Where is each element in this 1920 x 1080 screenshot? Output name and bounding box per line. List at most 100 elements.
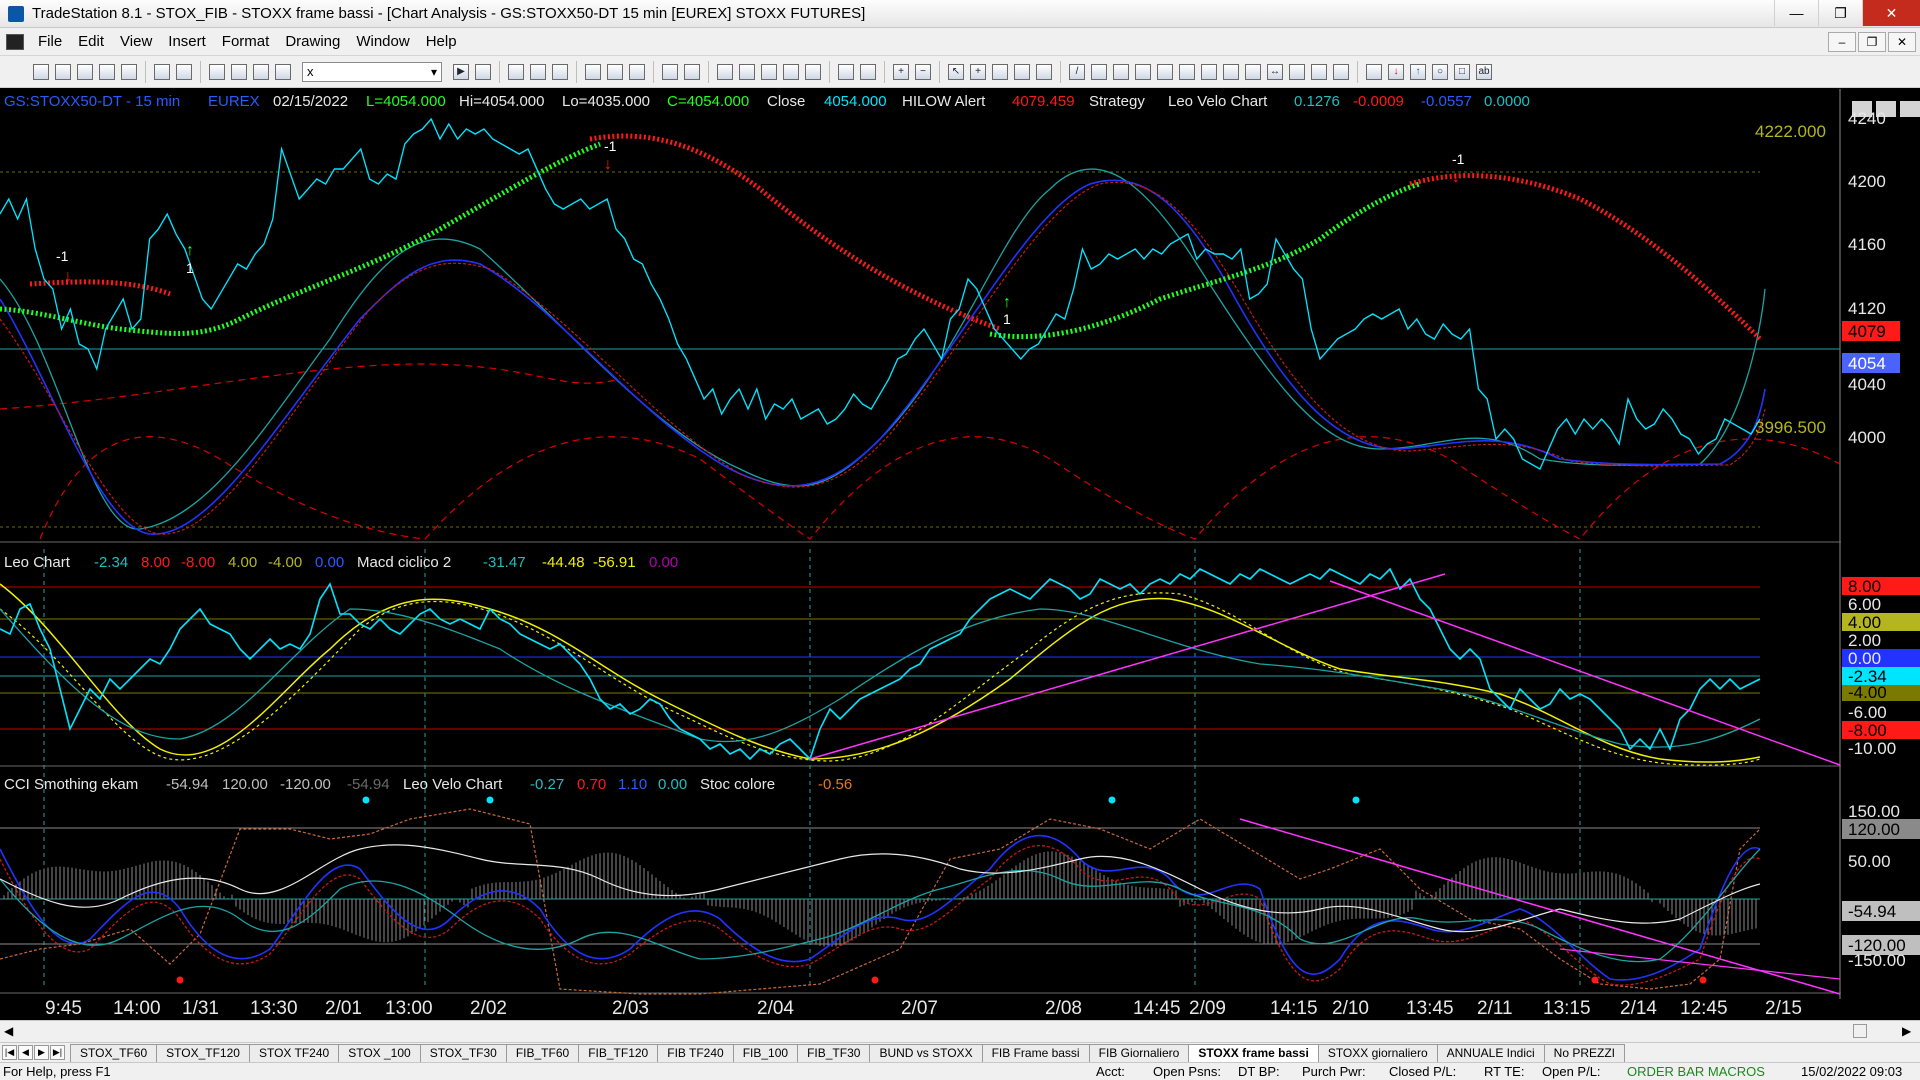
- workspace-tab[interactable]: FIB_TF30: [797, 1044, 871, 1062]
- pointer-icon[interactable]: ↖: [948, 63, 964, 80]
- text-icon[interactable]: ab: [1476, 63, 1492, 80]
- strategy-icon[interactable]: [607, 63, 623, 80]
- workspace-tab[interactable]: STOX_TF30: [419, 1044, 507, 1062]
- scroll-left-arrow-icon[interactable]: ◀: [4, 1024, 13, 1038]
- workspace-tab[interactable]: FIB_100: [732, 1044, 799, 1062]
- candle-icon[interactable]: [783, 63, 799, 80]
- globe-icon[interactable]: [275, 63, 291, 80]
- arrow-lr-icon[interactable]: ↔: [1267, 63, 1283, 80]
- workspace-tab[interactable]: STOX TF240: [248, 1044, 340, 1062]
- regression-icon[interactable]: [1223, 63, 1239, 80]
- symbol-lookup-icon[interactable]: [475, 63, 491, 80]
- refresh-icon[interactable]: [662, 63, 678, 80]
- workspace-tab[interactable]: STOXX giornaliero: [1317, 1044, 1438, 1062]
- arc-icon[interactable]: [1289, 63, 1305, 80]
- zoom-out-icon[interactable]: −: [915, 63, 931, 80]
- indicator-icon[interactable]: [585, 63, 601, 80]
- bar-chart-icon[interactable]: [761, 63, 777, 80]
- menu-view[interactable]: View: [112, 33, 160, 50]
- workspace-tab[interactable]: STOX_TF60: [70, 1044, 158, 1062]
- chart-window-icon[interactable]: [6, 33, 24, 50]
- workspace-tab[interactable]: FIB Frame bassi: [981, 1044, 1090, 1062]
- chart-canvas[interactable]: GS:STOXX50-DT - 15 min EUREX 02/15/2022 …: [0, 89, 1920, 1020]
- ellipse-icon[interactable]: ○: [1432, 63, 1448, 80]
- scroll-thumb[interactable]: [1853, 1024, 1867, 1038]
- down-arrow-icon[interactable]: ↓: [1388, 63, 1404, 80]
- parallel-lines-icon[interactable]: [1091, 63, 1107, 80]
- workspace-tab[interactable]: STOX _100: [338, 1044, 421, 1062]
- workspace-tab[interactable]: FIB_TF120: [578, 1044, 659, 1062]
- radar-icon[interactable]: [253, 63, 269, 80]
- curve-icon[interactable]: [1366, 63, 1382, 80]
- maximize-icon[interactable]: ❐: [1818, 0, 1862, 26]
- minimize-icon[interactable]: —: [1774, 0, 1818, 26]
- mdi-minimize-icon[interactable]: –: [1828, 32, 1856, 52]
- print-icon[interactable]: [154, 63, 170, 80]
- order-bar-icon[interactable]: [1014, 63, 1030, 80]
- menu-edit[interactable]: Edit: [70, 33, 112, 50]
- last-tab-icon[interactable]: ▶|: [50, 1045, 65, 1060]
- format-symbol-icon[interactable]: [508, 63, 524, 80]
- workspace-tab[interactable]: FIB_TF60: [505, 1044, 580, 1062]
- rectangle-icon[interactable]: □: [1454, 63, 1470, 80]
- workspace-tab[interactable]: FIB Giornaliero: [1088, 1044, 1190, 1062]
- print-preview-icon[interactable]: [176, 63, 192, 80]
- next-tab-icon[interactable]: ▶: [34, 1045, 49, 1060]
- fibonacci-icon[interactable]: [1157, 63, 1173, 80]
- close-icon[interactable]: ✕: [1862, 0, 1920, 26]
- workspace-tab[interactable]: FIB TF240: [657, 1044, 734, 1062]
- scroll-right-icon[interactable]: [860, 63, 876, 80]
- folder-icon[interactable]: [121, 63, 137, 80]
- prev-tab-icon[interactable]: ◀: [18, 1045, 33, 1060]
- menu-drawing[interactable]: Drawing: [277, 33, 348, 50]
- tools-icon[interactable]: [992, 63, 1008, 80]
- menu-insert[interactable]: Insert: [160, 33, 214, 50]
- window-icon[interactable]: [209, 63, 225, 80]
- workspace-tab[interactable]: No PREZZI: [1543, 1044, 1626, 1062]
- chart-icon[interactable]: [231, 63, 247, 80]
- chart-analysis-window[interactable]: GS:STOXX50-DT - 15 min EUREX 02/15/2022 …: [0, 89, 1920, 1020]
- mdi-restore-icon[interactable]: ❐: [1858, 32, 1886, 52]
- freehand-icon[interactable]: [1333, 63, 1349, 80]
- data-window-icon[interactable]: [530, 63, 546, 80]
- horizontal-lines-icon[interactable]: [1113, 63, 1129, 80]
- trendline-icon[interactable]: /: [1069, 63, 1085, 80]
- scroll-left-icon[interactable]: [838, 63, 854, 80]
- andrews-pitchfork-icon[interactable]: [1245, 63, 1261, 80]
- open-icon[interactable]: [55, 63, 71, 80]
- chart-style-icon[interactable]: [739, 63, 755, 80]
- speed-lines-icon[interactable]: [1201, 63, 1217, 80]
- eraser-icon[interactable]: [1036, 63, 1052, 80]
- workspace-icon[interactable]: [684, 63, 700, 80]
- menu-help[interactable]: Help: [418, 33, 465, 50]
- sub-close-icon[interactable]: [1900, 101, 1920, 117]
- workspace-tab[interactable]: STOXX frame bassi: [1188, 1044, 1319, 1062]
- fib-arcs-icon[interactable]: [1311, 63, 1327, 80]
- menu-file[interactable]: File: [30, 33, 70, 50]
- link-icon[interactable]: [717, 63, 733, 80]
- line-chart-icon[interactable]: [805, 63, 821, 80]
- panel3-axis-label: -150.00: [1848, 951, 1906, 970]
- paintbar-icon[interactable]: [629, 63, 645, 80]
- save-icon[interactable]: [77, 63, 93, 80]
- menu-window[interactable]: Window: [348, 33, 417, 50]
- up-arrow-icon[interactable]: ↑: [1410, 63, 1426, 80]
- grid-icon[interactable]: [552, 63, 568, 80]
- save-all-icon[interactable]: [99, 63, 115, 80]
- workspace-tab[interactable]: STOX_TF120: [156, 1044, 250, 1062]
- workspace-tab[interactable]: ANNUALE Indici: [1436, 1044, 1545, 1062]
- play-icon[interactable]: ▶: [453, 63, 469, 80]
- workspace-tab[interactable]: BUND vs STOXX: [869, 1044, 983, 1062]
- gann-fan-icon[interactable]: [1179, 63, 1195, 80]
- horizontal-scrollbar[interactable]: ◀ ▶: [0, 1020, 1920, 1042]
- new-icon[interactable]: [33, 63, 49, 80]
- symbol-combo[interactable]: x: [302, 61, 442, 82]
- menu-format[interactable]: Format: [214, 33, 278, 50]
- scroll-right-arrow-icon[interactable]: ▶: [1902, 1024, 1911, 1038]
- first-tab-icon[interactable]: |◀: [2, 1045, 17, 1060]
- channel-icon[interactable]: [1135, 63, 1151, 80]
- status-order-bar-macros[interactable]: ORDER BAR MACROS: [1627, 1064, 1765, 1079]
- zoom-in-icon[interactable]: +: [893, 63, 909, 80]
- crosshair-icon[interactable]: +: [970, 63, 986, 80]
- mdi-close-icon[interactable]: ✕: [1888, 32, 1916, 52]
